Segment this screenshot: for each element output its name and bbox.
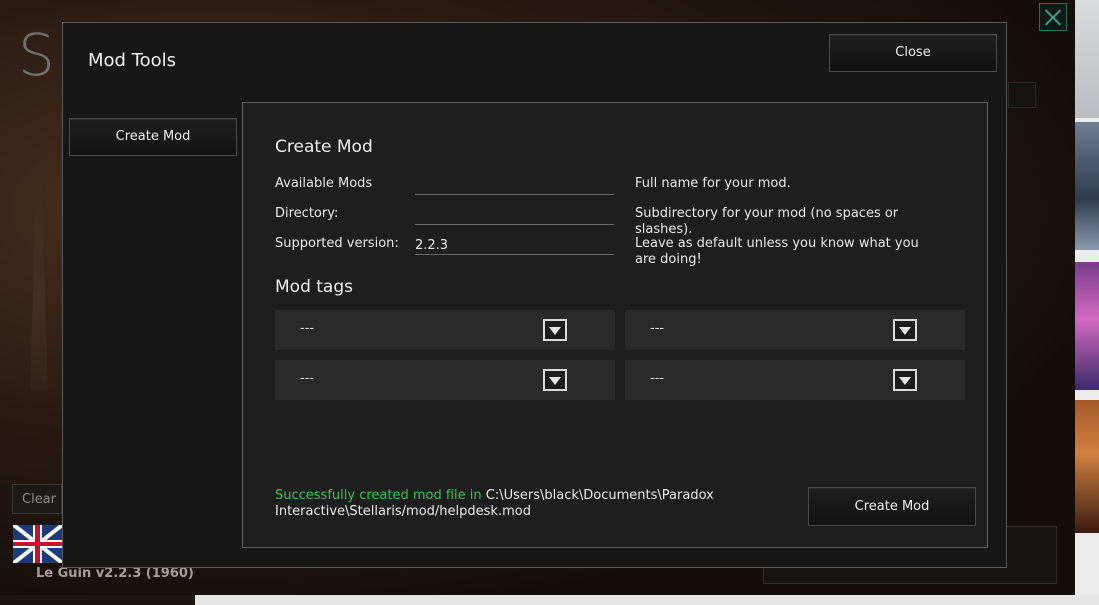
directory-input[interactable] — [415, 204, 614, 225]
news-thumbnail[interactable] — [1075, 262, 1099, 390]
dropdown-value: --- — [650, 321, 665, 336]
chevron-down-icon[interactable] — [893, 369, 917, 391]
news-thumbnail[interactable] — [1075, 122, 1099, 250]
game-logo: S — [18, 21, 55, 89]
create-mod-panel: Create Mod Available Mods Full name for … — [242, 102, 988, 548]
mod-tools-dialog: Mod Tools Close Create Mod Create Mod Av… — [62, 22, 1007, 568]
mod-name-help: Full name for your mod. — [635, 176, 791, 191]
create-mod-heading: Create Mod — [275, 137, 373, 157]
desktop-strip — [195, 595, 1099, 605]
create-mod-button[interactable]: Create Mod — [808, 487, 976, 526]
news-thumbnail[interactable] — [1075, 0, 1099, 118]
available-mods-label: Available Mods — [275, 176, 373, 191]
status-success-text: Successfully created mod file in — [275, 488, 482, 503]
sidebar-create-mod-button[interactable]: Create Mod — [69, 118, 237, 156]
dropdown-value: --- — [300, 321, 315, 336]
dialog-title: Mod Tools — [88, 50, 177, 71]
chevron-down-icon[interactable] — [893, 319, 917, 341]
close-button[interactable]: Close — [829, 34, 997, 72]
mod-tag-dropdown[interactable]: --- — [625, 360, 965, 400]
mod-tag-dropdown[interactable]: --- — [275, 310, 615, 350]
status-message: Successfully created mod file in C:\User… — [275, 488, 745, 520]
supported-version-help: Leave as default unless you know what yo… — [635, 236, 919, 267]
uk-flag-icon[interactable] — [13, 525, 62, 563]
dropdown-value: --- — [650, 371, 665, 386]
launcher-bottom-strip — [0, 595, 195, 605]
launcher-field — [1008, 82, 1036, 108]
mod-name-input[interactable] — [415, 174, 614, 195]
chevron-down-icon[interactable] — [543, 319, 567, 341]
mod-tags-heading: Mod tags — [275, 277, 353, 297]
mod-tag-dropdown[interactable]: --- — [275, 360, 615, 400]
mod-tag-dropdown[interactable]: --- — [625, 310, 965, 350]
supported-version-input[interactable]: 2.2.3 — [415, 234, 614, 255]
supported-version-label: Supported version: — [275, 236, 399, 251]
clear-button[interactable]: Clear — [12, 484, 62, 514]
chevron-down-icon[interactable] — [543, 369, 567, 391]
launcher-close-icon[interactable] — [1039, 3, 1067, 31]
directory-help: Subdirectory for your mod (no spaces or … — [635, 206, 899, 237]
version-label: Le Guin v2.2.3 (1960) — [36, 566, 194, 581]
dropdown-value: --- — [300, 371, 315, 386]
news-thumbnail[interactable] — [1075, 400, 1099, 533]
directory-label: Directory: — [275, 206, 339, 221]
